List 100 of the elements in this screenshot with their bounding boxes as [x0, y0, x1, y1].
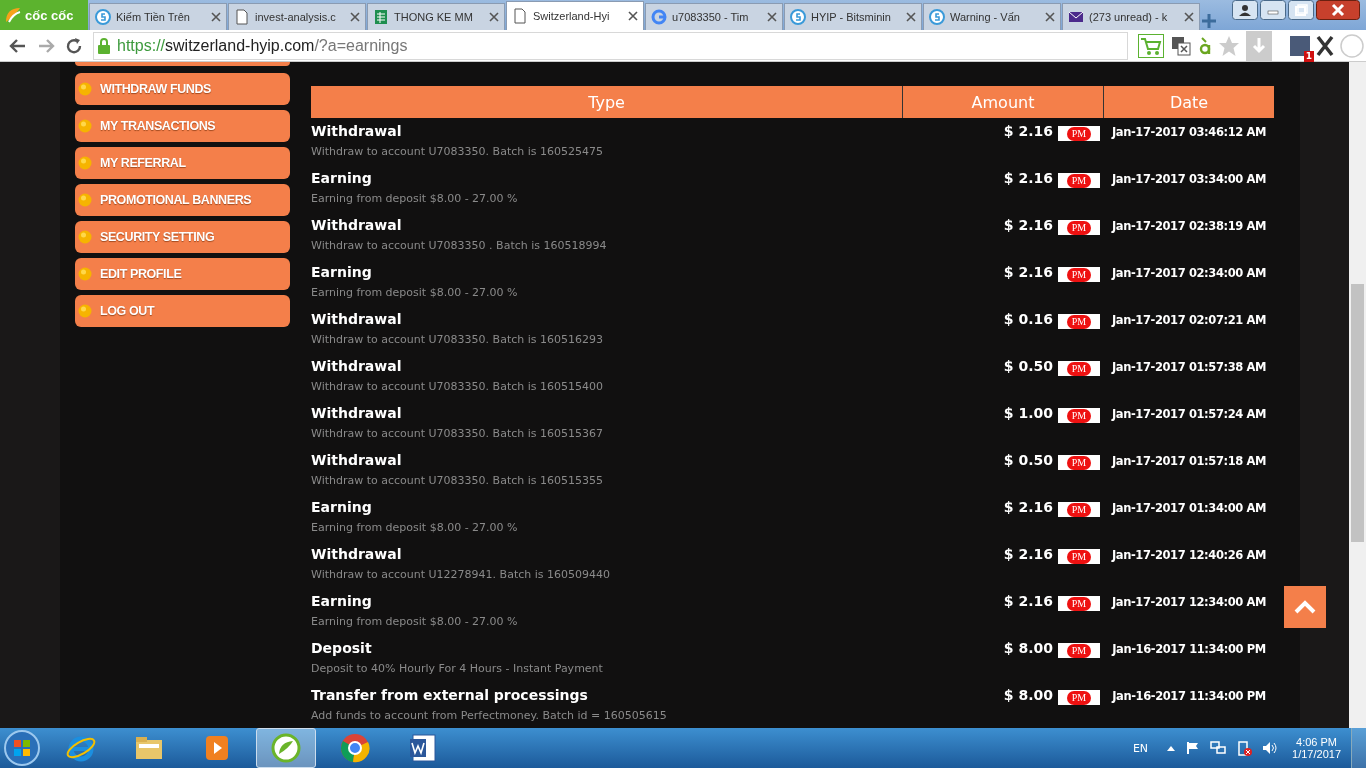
payment-badge: PM	[1058, 408, 1100, 423]
payment-badge: PM	[1058, 267, 1100, 282]
date-text: Jan-17-2017 02:38:19 AM	[1111, 219, 1267, 235]
transaction-type: Earning	[311, 170, 373, 186]
speaker-icon[interactable]	[1262, 741, 1279, 755]
browser-tab[interactable]: THONG KE MM	[367, 3, 505, 30]
dot-icon	[78, 82, 92, 96]
date-text: Jan-17-2017 01:34:00 AM	[1111, 501, 1267, 517]
amount-text: $ 2.16	[1003, 593, 1053, 609]
browser-tab[interactable]: (273 unread) - k	[1062, 3, 1200, 30]
restore-icon[interactable]	[1288, 0, 1314, 20]
page-icon	[234, 9, 250, 25]
browser-tab[interactable]: u7083350 - Tim	[645, 3, 783, 30]
amount-text: $ 0.50	[1003, 452, 1053, 468]
star-icon	[1218, 34, 1240, 57]
amount-text: $ 2.16	[1003, 217, 1053, 233]
browser-tab[interactable]: HYIP - Bitsminin	[784, 3, 922, 30]
transaction-description: Withdraw to account U12278941. Batch is 160509440	[311, 568, 611, 581]
transaction-type: Deposit	[311, 640, 373, 656]
reload-icon[interactable]	[65, 36, 83, 55]
user-icon[interactable]	[1232, 0, 1258, 20]
translate-icon	[1170, 34, 1192, 57]
payment-badge: PM	[1058, 455, 1100, 470]
amount-text: $ 2.16	[1003, 546, 1053, 562]
amount-text: $ 2.16	[1003, 123, 1053, 139]
browser-tab[interactable]: Switzerland-Hyi	[506, 1, 644, 30]
transaction-description: Withdraw to account U7083350. Batch is 160515400	[311, 380, 604, 393]
page-icon	[512, 8, 528, 24]
back-icon[interactable]	[9, 36, 27, 55]
close-icon[interactable]	[906, 12, 916, 22]
date-text: Jan-17-2017 01:57:18 AM	[1111, 454, 1267, 470]
browser-tab[interactable]: invest-analysis.c	[228, 3, 366, 30]
browser-tab[interactable]: Warning - Vấn	[923, 3, 1061, 30]
date-text: Jan-16-2017 11:34:00 PM	[1112, 642, 1266, 658]
lock-icon	[97, 37, 111, 54]
transaction-type: Withdrawal	[311, 217, 403, 233]
g-icon	[651, 9, 667, 25]
chrome-icon	[339, 732, 371, 764]
date-text: Jan-17-2017 12:34:00 AM	[1111, 595, 1267, 611]
transaction-description: Withdraw to account U7083350. Batch is 160515355	[311, 474, 604, 487]
network-icon[interactable]	[1210, 741, 1227, 755]
date-text: Jan-17-2017 02:34:00 AM	[1111, 266, 1267, 282]
payment-badge: PM	[1058, 314, 1100, 329]
spreadsheet-icon	[373, 9, 389, 25]
close-icon[interactable]	[211, 12, 221, 22]
taskbar-app[interactable]	[256, 728, 316, 768]
date-text: Jan-17-2017 03:34:00 AM	[1111, 172, 1267, 188]
scrollbar-thumb[interactable]	[1351, 284, 1364, 542]
flag-icon[interactable]	[1186, 741, 1201, 755]
dot-icon	[78, 230, 92, 244]
leaf-icon	[4, 6, 22, 24]
address-field[interactable]: https://switzerland-hyip.com/?a=earnings	[93, 31, 1128, 60]
amount-text: $ 0.16	[1003, 311, 1053, 327]
date-text: Jan-17-2017 01:57:24 AM	[1111, 407, 1267, 423]
transaction-description: Earning from deposit $8.00 - 27.00 %	[311, 192, 519, 205]
dot-icon	[78, 193, 92, 207]
transaction-type: Earning	[311, 499, 373, 515]
word-icon	[407, 732, 439, 764]
payment-badge: PM	[1058, 502, 1100, 517]
amount-text: $ 2.16	[1003, 499, 1053, 515]
transaction-type: Withdrawal	[311, 123, 403, 139]
transaction-description: Earning from deposit $8.00 - 27.00 %	[311, 286, 519, 299]
column-header: Date	[1168, 91, 1210, 114]
payment-badge: PM	[1058, 549, 1100, 564]
payment-badge: PM	[1058, 643, 1100, 658]
close-icon[interactable]	[628, 11, 638, 21]
scrollbar[interactable]	[1349, 62, 1366, 728]
transaction-description: Earning from deposit $8.00 - 27.00 %	[311, 615, 519, 628]
date-text: Jan-17-2017 01:57:38 AM	[1111, 360, 1267, 376]
close-icon[interactable]	[1045, 12, 1055, 22]
payment-badge: PM	[1058, 361, 1100, 376]
transaction-description: Withdraw to account U7083350. Batch is 160516293	[311, 333, 604, 346]
x-icon	[1316, 34, 1334, 57]
close-icon[interactable]	[350, 12, 360, 22]
payment-badge: PM	[1058, 126, 1100, 141]
minimize-icon[interactable]	[1260, 0, 1286, 20]
leaf-icon	[270, 732, 302, 764]
transaction-description: Earning from deposit $8.00 - 27.00 %	[311, 521, 519, 534]
transaction-type: Transfer from external processings	[311, 687, 589, 703]
chevron-up-icon	[1293, 599, 1317, 615]
scroll-top-button[interactable]	[1284, 586, 1326, 628]
browser-tab[interactable]: Kiếm Tiền Trên	[89, 3, 227, 30]
accent-a-icon	[1198, 34, 1212, 57]
coin-icon	[95, 9, 111, 25]
start-button-icon[interactable]	[2, 728, 42, 768]
dot-icon	[78, 156, 92, 170]
close-icon[interactable]	[1184, 12, 1194, 22]
transaction-type: Earning	[311, 264, 373, 280]
close-icon[interactable]	[1316, 0, 1360, 20]
date-text: Jan-17-2017 02:07:21 AM	[1111, 313, 1267, 329]
close-icon[interactable]	[489, 12, 499, 22]
battery-warning-icon[interactable]	[1236, 740, 1253, 756]
clock[interactable]: 4:06 PM 1/17/2017	[1292, 736, 1341, 760]
mail-icon	[1068, 9, 1084, 25]
close-icon[interactable]	[767, 12, 777, 22]
column-header: Type	[311, 86, 903, 118]
language-indicator[interactable]: EN	[1132, 741, 1149, 755]
caret-up-icon[interactable]	[1166, 744, 1177, 752]
count-badge: 1	[1303, 50, 1314, 62]
new-tab-icon[interactable]	[1200, 12, 1218, 30]
